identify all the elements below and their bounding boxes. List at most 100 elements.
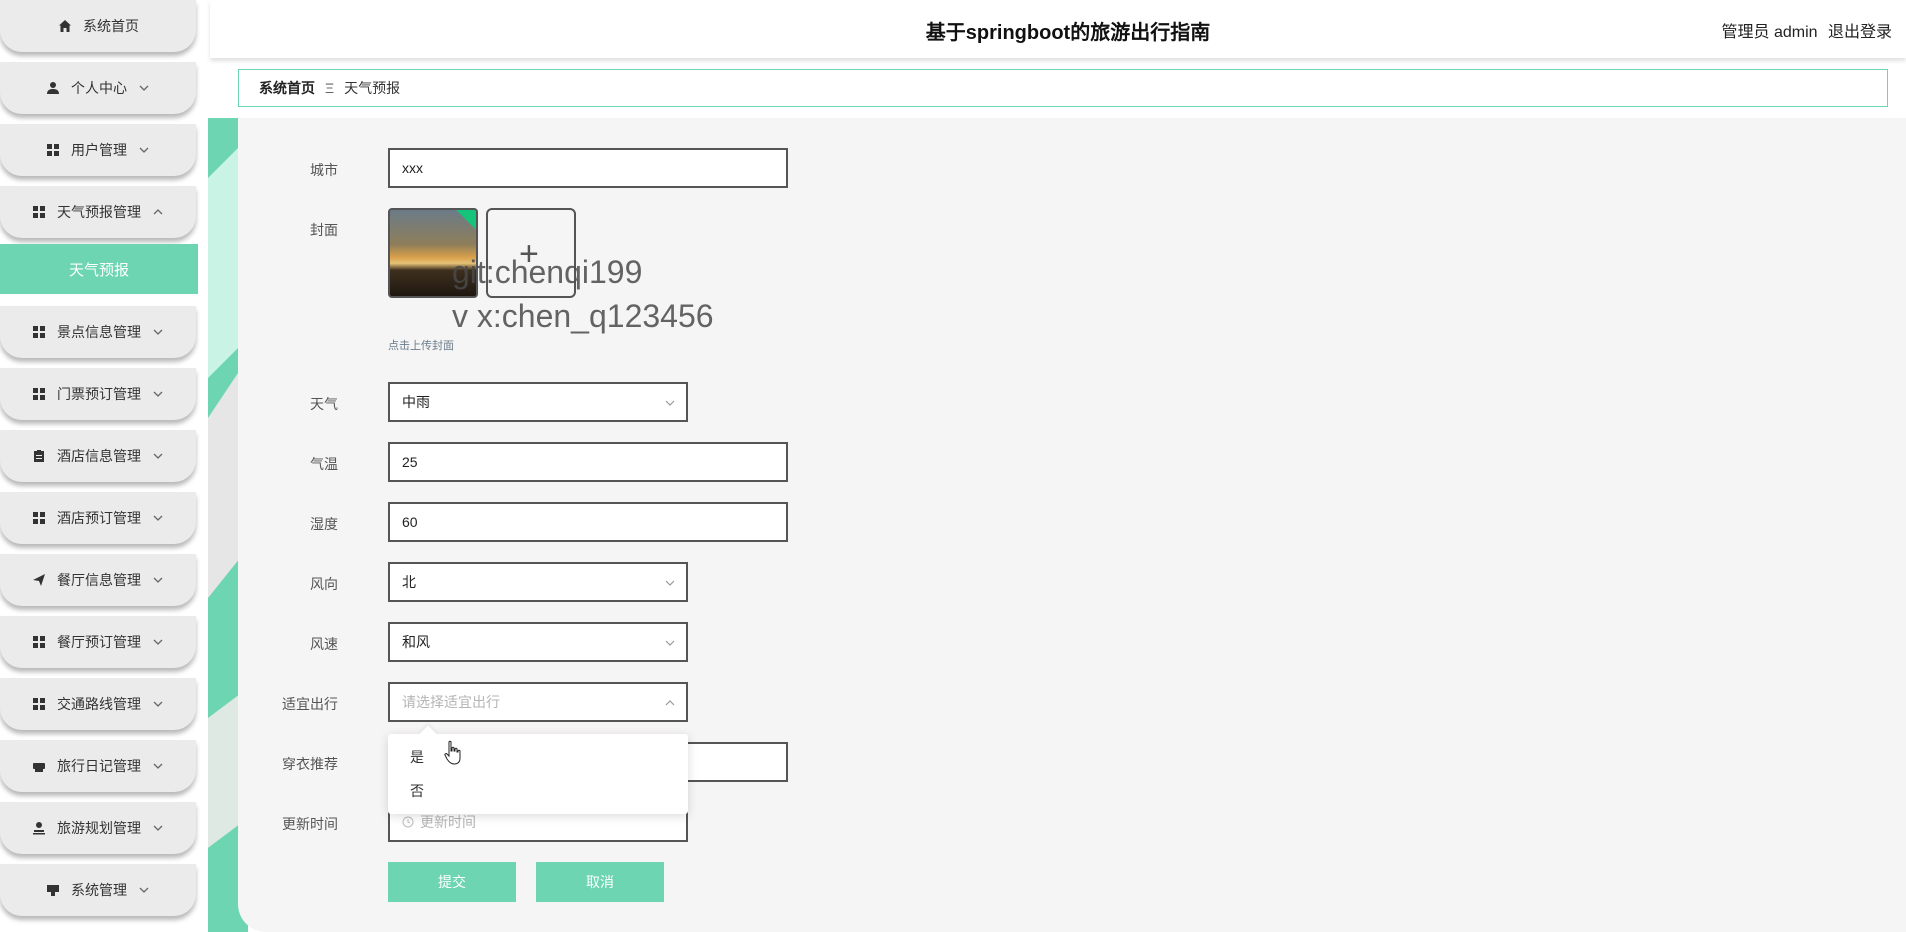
breadcrumb-separator: Ξ xyxy=(325,80,335,96)
clipboard-icon xyxy=(31,448,47,464)
cover-label: 封面 xyxy=(310,222,338,238)
sidebar-item-travel-diary[interactable]: 旅行日记管理 xyxy=(0,740,196,792)
chevron-down-icon xyxy=(137,81,151,95)
monitor-icon xyxy=(45,882,61,898)
grid-icon xyxy=(31,510,47,526)
sidebar: 系统首页 个人中心 用户管理 天气预报管理 天气预报 景点信息管理 门票预订管理… xyxy=(0,0,198,932)
sidebar-item-label: 天气预报管理 xyxy=(57,204,141,220)
page-title: 基于springboot的旅游出行指南 xyxy=(925,22,1211,44)
chevron-down-icon xyxy=(137,883,151,897)
sidebar-item-hotels[interactable]: 酒店信息管理 xyxy=(0,430,196,482)
sidebar-item-home[interactable]: 系统首页 xyxy=(0,0,196,52)
sidebar-item-tickets[interactable]: 门票预订管理 xyxy=(0,368,196,420)
weather-label: 天气 xyxy=(310,396,338,412)
sidebar-item-label: 个人中心 xyxy=(71,80,127,96)
wind-direction-select[interactable]: 北 xyxy=(388,562,688,602)
sidebar-item-label: 酒店预订管理 xyxy=(57,510,141,526)
grid-icon xyxy=(45,142,61,158)
sidebar-item-restaurants[interactable]: 餐厅信息管理 xyxy=(0,554,196,606)
humidity-input[interactable]: 60 xyxy=(388,502,788,542)
sidebar-item-travel-planning[interactable]: 旅游规划管理 xyxy=(0,802,196,854)
travel-suitable-dropdown: 是 否 xyxy=(388,725,688,814)
breadcrumb-home[interactable]: 系统首页 xyxy=(259,78,315,98)
user-area: 管理员 admin 退出登录 xyxy=(1716,18,1893,42)
grid-icon xyxy=(31,204,47,220)
sidebar-item-weather-management[interactable]: 天气预报管理 xyxy=(0,186,196,238)
wind-direction-value: 北 xyxy=(402,574,416,590)
cover-flag-icon xyxy=(456,210,476,230)
sidebar-item-label: 旅游规划管理 xyxy=(57,820,141,836)
humidity-label: 湿度 xyxy=(310,516,338,532)
city-input[interactable]: xxx xyxy=(388,148,788,188)
home-icon xyxy=(57,18,73,34)
weather-value: 中雨 xyxy=(402,394,430,410)
sidebar-item-users[interactable]: 用户管理 xyxy=(0,124,196,176)
sidebar-subitem-weather[interactable]: 天气预报 xyxy=(0,244,198,294)
chevron-down-icon xyxy=(664,636,676,648)
hand-cursor-icon xyxy=(443,740,463,771)
travel-suitable-select[interactable]: 请选择适宜出行 xyxy=(388,682,688,722)
sidebar-item-label: 景点信息管理 xyxy=(57,324,141,340)
travel-suitable-placeholder: 请选择适宜出行 xyxy=(402,694,500,710)
chevron-down-icon xyxy=(664,396,676,408)
wind-direction-label: 风向 xyxy=(310,576,338,592)
sidebar-item-hotel-booking[interactable]: 酒店预订管理 xyxy=(0,492,196,544)
watermark-line-2: v x:chen_q123456 xyxy=(452,298,714,334)
stamp-icon xyxy=(31,820,47,836)
weather-select[interactable]: 中雨 xyxy=(388,382,688,422)
sidebar-item-label: 餐厅预订管理 xyxy=(57,634,141,650)
update-time-label: 更新时间 xyxy=(282,816,338,832)
sidebar-item-label: 系统管理 xyxy=(71,882,127,898)
sidebar-item-label: 系统首页 xyxy=(83,18,139,34)
breadcrumb-current: 天气预报 xyxy=(344,80,401,96)
sidebar-item-traffic-routes[interactable]: 交通路线管理 xyxy=(0,678,196,730)
send-icon xyxy=(31,572,47,588)
clock-icon xyxy=(402,816,414,828)
sidebar-item-restaurant-booking[interactable]: 餐厅预订管理 xyxy=(0,616,196,668)
chevron-down-icon xyxy=(151,573,165,587)
sidebar-item-label: 旅行日记管理 xyxy=(57,758,141,774)
sidebar-item-personal-center[interactable]: 个人中心 xyxy=(0,62,196,114)
sidebar-item-label: 交通路线管理 xyxy=(57,696,141,712)
wind-speed-value: 和风 xyxy=(402,634,430,650)
chevron-down-icon xyxy=(151,511,165,525)
travel-suitable-label: 适宜出行 xyxy=(282,696,338,712)
chevron-down-icon xyxy=(151,759,165,773)
watermark-line-1: git:chenqi199 xyxy=(452,254,643,290)
chevron-down-icon xyxy=(664,576,676,588)
temperature-value: 25 xyxy=(402,454,418,470)
chevron-down-icon xyxy=(151,387,165,401)
sidebar-subitem-label: 天气预报 xyxy=(68,261,129,279)
cancel-button[interactable]: 取消 xyxy=(536,862,664,902)
update-time-placeholder: 更新时间 xyxy=(420,814,476,830)
user-icon xyxy=(45,80,61,96)
sidebar-item-label: 门票预订管理 xyxy=(57,386,141,402)
logout-link[interactable]: 退出登录 xyxy=(1828,24,1892,41)
chevron-down-icon xyxy=(151,821,165,835)
breadcrumb: 系统首页 Ξ 天气预报 xyxy=(238,69,1888,107)
grid-icon xyxy=(31,696,47,712)
sidebar-item-label: 餐厅信息管理 xyxy=(57,572,141,588)
submit-button[interactable]: 提交 xyxy=(388,862,516,902)
chevron-down-icon xyxy=(151,325,165,339)
chevron-down-icon xyxy=(137,143,151,157)
chevron-up-icon xyxy=(664,696,676,708)
wind-speed-select[interactable]: 和风 xyxy=(388,622,688,662)
cover-upload-hint: 点击上传封面 xyxy=(388,340,454,352)
sidebar-item-system-management[interactable]: 系统管理 xyxy=(0,864,196,916)
temperature-input[interactable]: 25 xyxy=(388,442,788,482)
grid-icon xyxy=(31,324,47,340)
wind-speed-label: 风速 xyxy=(310,636,338,652)
dropdown-option-no[interactable]: 否 xyxy=(388,774,688,808)
chevron-up-icon xyxy=(151,205,165,219)
dropdown-option-yes[interactable]: 是 xyxy=(388,740,688,774)
sidebar-item-label: 酒店信息管理 xyxy=(57,448,141,464)
printer-icon xyxy=(31,758,47,774)
chevron-down-icon xyxy=(151,697,165,711)
chevron-down-icon xyxy=(151,449,165,463)
clothing-label: 穿衣推荐 xyxy=(282,756,338,772)
city-label: 城市 xyxy=(310,162,338,178)
temperature-label: 气温 xyxy=(310,456,338,472)
sidebar-item-attractions[interactable]: 景点信息管理 xyxy=(0,306,196,358)
top-header: 基于springboot的旅游出行指南 管理员 admin 退出登录 xyxy=(210,0,1906,58)
